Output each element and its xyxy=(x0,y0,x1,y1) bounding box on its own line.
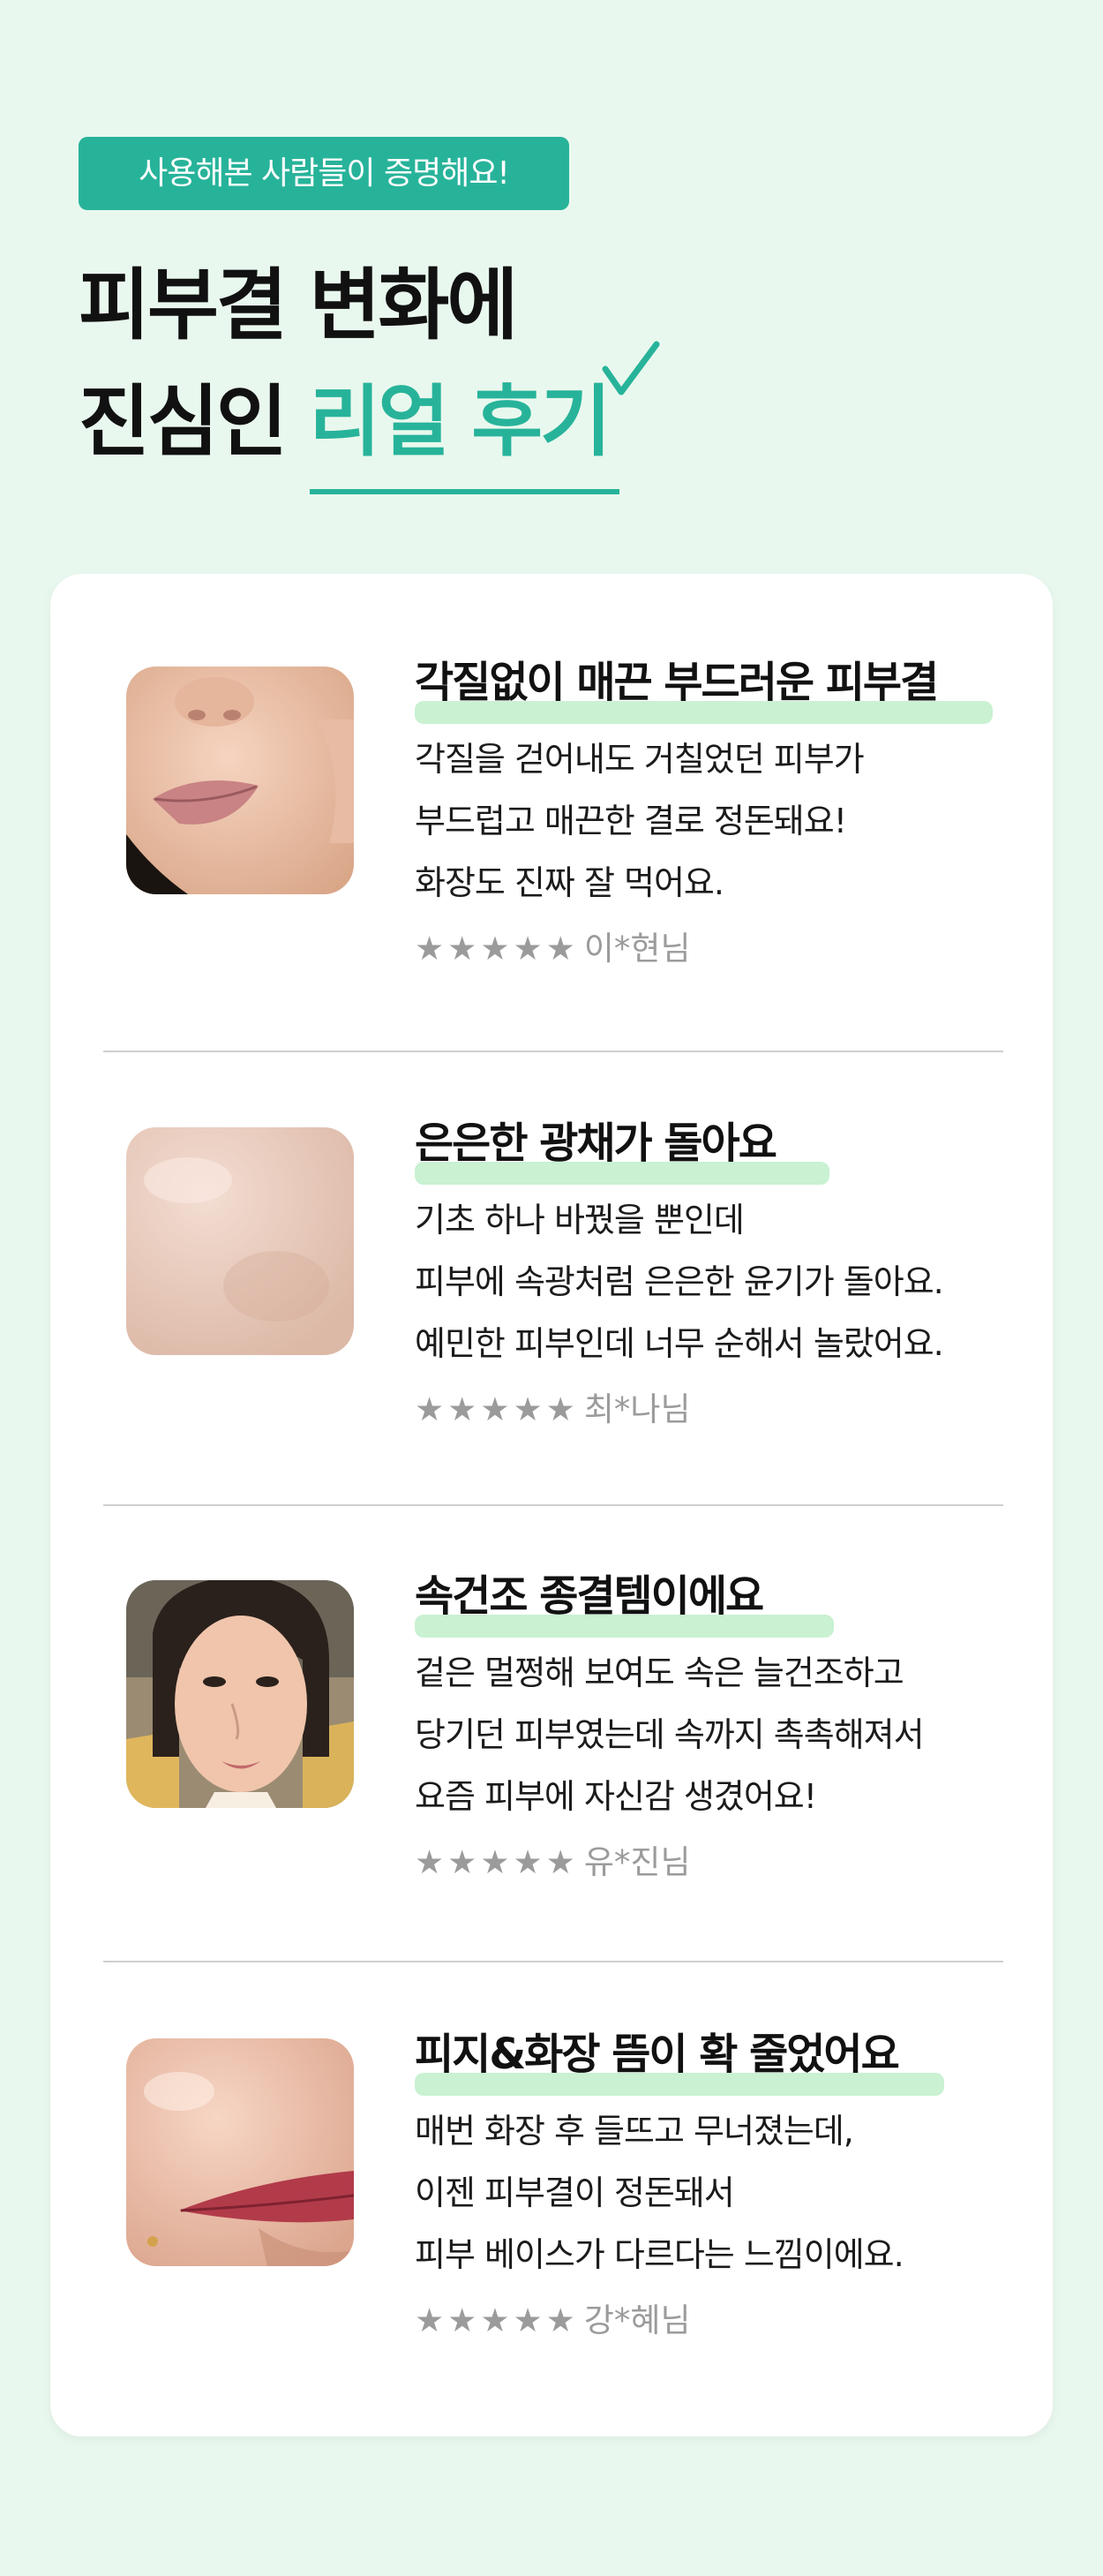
proof-badge: 사용해본 사람들이 증명해요! xyxy=(79,137,569,210)
review-photo-cheek xyxy=(126,2038,354,2266)
review-body: 겉은 멀쩡해 보여도 속은 늘건조하고 당기던 피부였는데 속까지 촉촉해져서 … xyxy=(415,1642,925,1827)
star-rating-icon: ★★★★★ xyxy=(415,930,579,968)
review-item: 속건조 종결템이에요 겉은 멀쩡해 보여도 속은 늘건조하고 당기던 피부였는데… xyxy=(50,1488,1053,1947)
review-line: 피부 베이스가 다르다는 느낌이에요. xyxy=(415,2235,904,2274)
review-rating: ★★★★★ 최*나님 xyxy=(415,1388,690,1432)
review-item: 은은한 광채가 돌아요 기초 하나 바꿨을 뿐인데 피부에 속광처럼 은은한 윤… xyxy=(50,1035,1053,1494)
review-card: 각질없이 매끈 부드러운 피부결 각질을 걷어내도 거칠었던 피부가 부드럽고 … xyxy=(50,574,1053,2437)
review-item: 각질없이 매끈 부드러운 피부결 각질을 걷어내도 거칠었던 피부가 부드럽고 … xyxy=(50,574,1053,1033)
review-photo-face xyxy=(126,1580,354,1808)
review-body: 기초 하나 바꿨을 뿐인데 피부에 속광처럼 은은한 윤기가 돌아요. 예민한 … xyxy=(415,1189,944,1375)
page-headline: 피부결 변화에 진심인 리얼 후기 xyxy=(79,247,620,494)
review-author: 최*나님 xyxy=(583,1390,691,1428)
headline-prefix: 진심인 xyxy=(79,376,288,467)
review-line: 부드럽고 매끈한 결로 정돈돼요! xyxy=(415,802,847,840)
review-line: 예민한 피부인데 너무 순해서 놀랐어요. xyxy=(415,1324,944,1363)
review-line: 요즘 피부에 자신감 생겼어요! xyxy=(415,1777,817,1816)
review-title: 속건조 종결템이에요 xyxy=(415,1571,764,1621)
review-line: 당기던 피부였는데 속까지 촉촉해져서 xyxy=(415,1715,925,1754)
review-title: 은은한 광채가 돌아요 xyxy=(415,1119,777,1168)
review-rating: ★★★★★ 유*진님 xyxy=(415,1841,690,1885)
review-photo-skin xyxy=(126,1127,354,1355)
review-photo-lips xyxy=(126,667,354,894)
review-title: 각질없이 매끈 부드러운 피부결 xyxy=(415,658,939,707)
review-rating: ★★★★★ 강*혜님 xyxy=(415,2299,690,2343)
star-rating-icon: ★★★★★ xyxy=(415,1843,579,1881)
review-author: 유*진님 xyxy=(583,1843,691,1881)
review-line: 피부에 속광처럼 은은한 윤기가 돌아요. xyxy=(415,1262,944,1301)
headline-line-1: 피부결 변화에 xyxy=(79,260,518,350)
headline-line-2: 진심인 리얼 후기 xyxy=(79,364,620,494)
review-line: 각질을 걷어내도 거칠었던 피부가 xyxy=(415,740,865,779)
review-line: 매번 화장 후 들뜨고 무너졌는데, xyxy=(415,2112,854,2150)
star-rating-icon: ★★★★★ xyxy=(415,1390,579,1428)
review-title: 피지&화장 뜸이 확 줄었어요 xyxy=(415,2030,900,2079)
review-item: 피지&화장 뜸이 확 줄었어요 매번 화장 후 들뜨고 무너졌는데, 이젠 피부… xyxy=(50,1946,1053,2405)
review-line: 이젠 피부결이 정돈돼서 xyxy=(415,2173,735,2212)
review-line: 기초 하나 바꿨을 뿐인데 xyxy=(415,1201,745,1239)
review-line: 겉은 멀쩡해 보여도 속은 늘건조하고 xyxy=(415,1653,904,1692)
check-icon xyxy=(602,341,660,395)
review-page: 사용해본 사람들이 증명해요! 피부결 변화에 진심인 리얼 후기 각질없이 매… xyxy=(0,0,1103,2576)
review-rating: ★★★★★ 이*현님 xyxy=(415,927,690,971)
review-author: 이*현님 xyxy=(583,930,691,968)
review-line: 화장도 진짜 잘 먹어요. xyxy=(415,863,724,902)
review-body: 각질을 걷어내도 거칠었던 피부가 부드럽고 매끈한 결로 정돈돼요! 화장도 … xyxy=(415,728,865,914)
review-author: 강*혜님 xyxy=(583,2301,691,2339)
star-rating-icon: ★★★★★ xyxy=(415,2301,579,2339)
review-body: 매번 화장 후 들뜨고 무너졌는데, 이젠 피부결이 정돈돼서 피부 베이스가 … xyxy=(415,2100,904,2286)
headline-accent: 리얼 후기 xyxy=(309,364,620,494)
